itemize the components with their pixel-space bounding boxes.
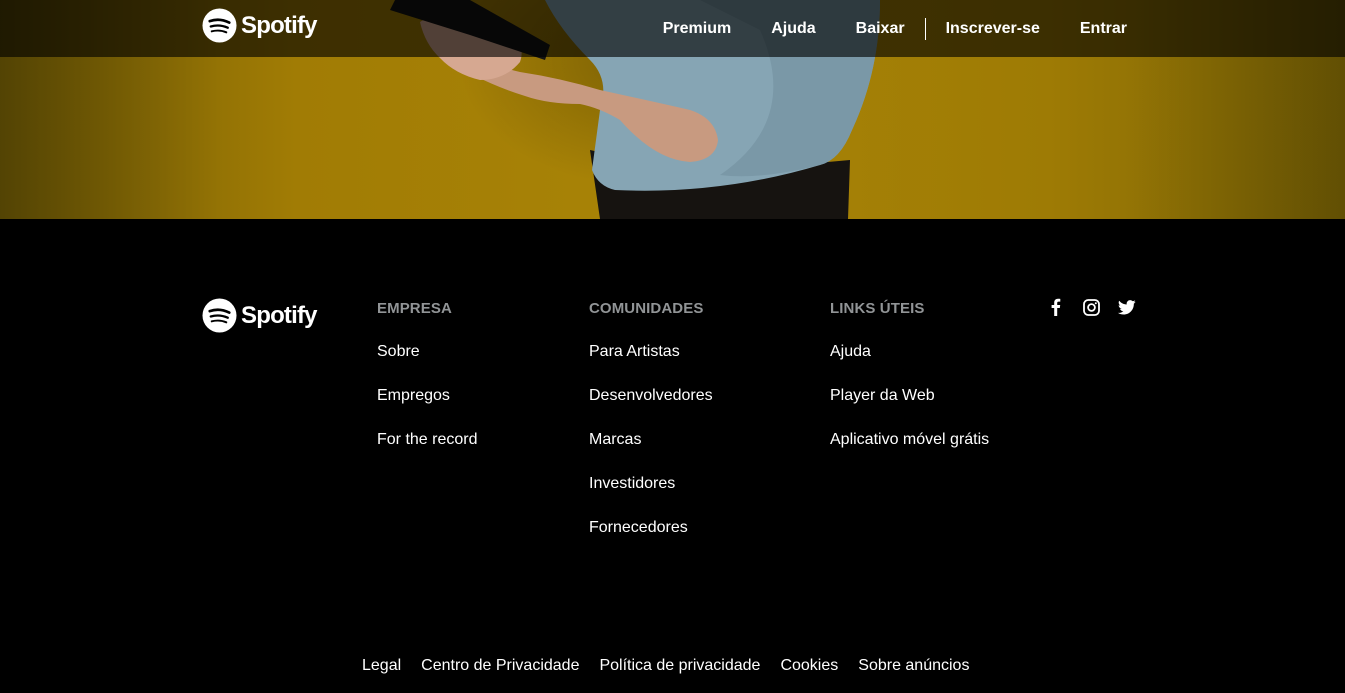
footer-link-empregos[interactable]: Empregos <box>377 386 487 405</box>
twitter-icon[interactable] <box>1117 297 1137 317</box>
nav-divider <box>924 17 926 40</box>
instagram-icon[interactable] <box>1081 297 1101 317</box>
footer-link-aplicativo-movel[interactable]: Aplicativo móvel grátis <box>830 430 1000 449</box>
footer-link-player-da-web[interactable]: Player da Web <box>830 386 1000 405</box>
legal-link-sobre-anuncios[interactable]: Sobre anúncios <box>858 657 969 675</box>
legal-link-politica-privacidade[interactable]: Política de privacidade <box>599 657 760 675</box>
social-links <box>1045 297 1137 317</box>
nav-ajuda[interactable]: Ajuda <box>771 20 815 38</box>
spotify-wordmark: Spotify <box>241 301 318 329</box>
facebook-icon[interactable] <box>1045 297 1065 317</box>
nav-login[interactable]: Entrar <box>1080 20 1127 38</box>
legal-links: Legal Centro de Privacidade Política de … <box>362 657 989 675</box>
spotify-wordmark: Spotify <box>241 11 318 39</box>
footer-link-ajuda[interactable]: Ajuda <box>830 342 1000 361</box>
footer-column-title: COMUNIDADES <box>589 300 704 317</box>
footer-column-empresa: EMPRESA Sobre Empregos For the record <box>377 300 487 474</box>
nav-premium[interactable]: Premium <box>663 20 731 38</box>
spotify-logo[interactable]: Spotify <box>202 8 318 43</box>
footer-link-investidores[interactable]: Investidores <box>589 474 789 493</box>
site-footer: Spotify EMPRESA Sobre Empregos For the r… <box>0 219 1345 693</box>
footer-link-sobre[interactable]: Sobre <box>377 342 487 361</box>
footer-column-comunidades: COMUNIDADES Para Artistas Desenvolvedore… <box>589 300 789 562</box>
spotify-logo-icon <box>202 298 237 333</box>
footer-column-title: EMPRESA <box>377 300 452 317</box>
legal-link-centro-privacidade[interactable]: Centro de Privacidade <box>421 657 579 675</box>
footer-link-para-artistas[interactable]: Para Artistas <box>589 342 789 361</box>
footer-column-links-uteis: LINKS ÚTEIS Ajuda Player da Web Aplicati… <box>830 300 1000 474</box>
footer-link-for-the-record[interactable]: For the record <box>377 430 487 449</box>
spotify-logo-icon <box>202 8 237 43</box>
legal-link-cookies[interactable]: Cookies <box>780 657 838 675</box>
top-navbar: Spotify Premium Ajuda Baixar Inscrever-s… <box>0 0 1345 57</box>
footer-spotify-logo[interactable]: Spotify <box>202 298 318 333</box>
legal-link-legal[interactable]: Legal <box>362 657 401 675</box>
nav-signup[interactable]: Inscrever-se <box>946 20 1040 38</box>
nav-links: Premium Ajuda Baixar Inscrever-se Entrar <box>663 0 1127 57</box>
nav-baixar[interactable]: Baixar <box>856 20 905 38</box>
footer-column-title: LINKS ÚTEIS <box>830 300 925 317</box>
footer-link-marcas[interactable]: Marcas <box>589 430 789 449</box>
footer-link-fornecedores[interactable]: Fornecedores <box>589 518 789 537</box>
footer-link-desenvolvedores[interactable]: Desenvolvedores <box>589 386 789 405</box>
